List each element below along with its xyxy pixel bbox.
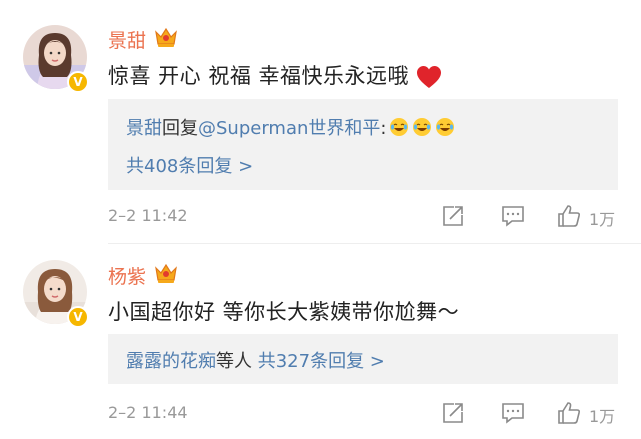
comment-icon — [502, 206, 524, 227]
replier-name[interactable]: 景甜 — [126, 118, 162, 139]
comment-actions: 1万 — [440, 400, 630, 426]
share-button[interactable] — [440, 203, 466, 229]
reply-colon: : — [380, 118, 387, 139]
more-replies-link[interactable]: 共327条回复 > — [258, 351, 385, 372]
share-icon — [443, 206, 463, 226]
thumbs-up-icon — [558, 402, 581, 424]
thumbs-up-icon — [558, 205, 581, 227]
comment-icon — [502, 403, 524, 424]
reply-word: 回复 — [162, 118, 198, 139]
comment-text-body: 惊喜 开心 祝福 幸福快乐永远哦 — [108, 64, 410, 88]
username[interactable]: 杨紫 — [108, 262, 146, 289]
reply-others: 等人 — [216, 351, 252, 372]
comment-item: V 景甜 惊喜 开心 祝福 幸福快乐永远哦 景甜回复@Superman世界和平:… — [0, 0, 641, 243]
comment-text: 惊喜 开心 祝福 幸福快乐永远哦 — [108, 60, 443, 90]
comment-item: V 杨紫 小国超你好 等你长大紫姨带你尬舞～ 露露的花痴等人 共327条回复 >… — [0, 244, 641, 439]
reply-preview-line: 景甜回复@Superman世界和平: — [126, 114, 455, 140]
reply-button[interactable] — [500, 203, 526, 229]
reply-preview[interactable]: 露露的花痴等人 共327条回复 > — [108, 334, 618, 384]
laugh-cry-icon — [390, 118, 409, 136]
reply-button[interactable] — [500, 400, 526, 426]
like-button[interactable] — [556, 203, 582, 229]
laugh-cry-icon — [413, 118, 432, 136]
reply-preview-line: 露露的花痴等人 共327条回复 > — [126, 347, 385, 373]
verified-v-icon: V — [67, 306, 89, 328]
more-replies-link[interactable]: 共408条回复 > — [126, 152, 253, 178]
comment-timestamp: 2–2 11:44 — [108, 403, 188, 422]
share-icon — [443, 403, 463, 423]
heart-icon — [417, 66, 442, 88]
laugh-cry-icon — [436, 118, 455, 136]
replier-name[interactable]: 露露的花痴 — [126, 351, 216, 372]
vip-crown-icon — [155, 27, 177, 47]
reply-preview[interactable]: 景甜回复@Superman世界和平: 共408条回复 > — [108, 99, 618, 190]
reply-target[interactable]: @Superman世界和平 — [198, 118, 380, 139]
share-button[interactable] — [440, 400, 466, 426]
comment-timestamp: 2–2 11:42 — [108, 206, 188, 225]
username[interactable]: 景甜 — [108, 26, 146, 53]
comment-text: 小国超你好 等你长大紫姨带你尬舞～ — [108, 300, 460, 324]
comment-actions: 1万 — [440, 203, 630, 229]
like-count: 1万 — [589, 407, 616, 426]
like-count: 1万 — [589, 210, 616, 229]
verified-v-icon: V — [67, 71, 89, 93]
vip-crown-icon — [155, 263, 177, 283]
like-button[interactable] — [556, 400, 582, 426]
